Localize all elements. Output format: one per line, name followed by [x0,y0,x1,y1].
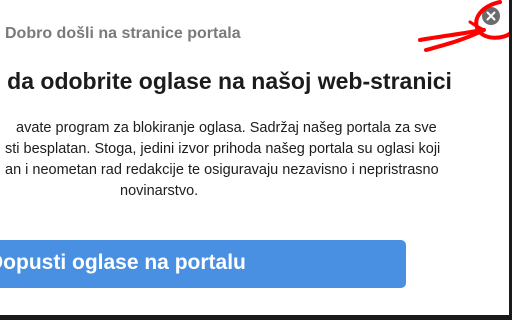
body-line: sti besplatan. Stoga, jedini izvor priho… [5,141,441,157]
modal-title: Dobro došli na stranice portala [5,25,241,42]
body-line: novinarstvo. [120,183,199,199]
body-line: an i neometan rad redakcije te osigurava… [5,162,439,178]
allow-ads-button[interactable]: Dopusti oglase na portalu [0,240,406,288]
close-button[interactable] [482,7,500,25]
allow-ads-button-label: Dopusti oglase na portalu [0,251,246,274]
screen-edge-bottom [0,315,512,320]
close-icon [486,11,496,21]
page: Dobro došli na stranice portala s da odo… [0,0,512,320]
adblock-modal: Dobro došli na stranice portala s da odo… [0,0,509,315]
body-line: avate program za blokiranje oglasa. Sadr… [16,120,437,136]
modal-headline: s da odobrite oglase na našoj web-strani… [0,68,452,94]
